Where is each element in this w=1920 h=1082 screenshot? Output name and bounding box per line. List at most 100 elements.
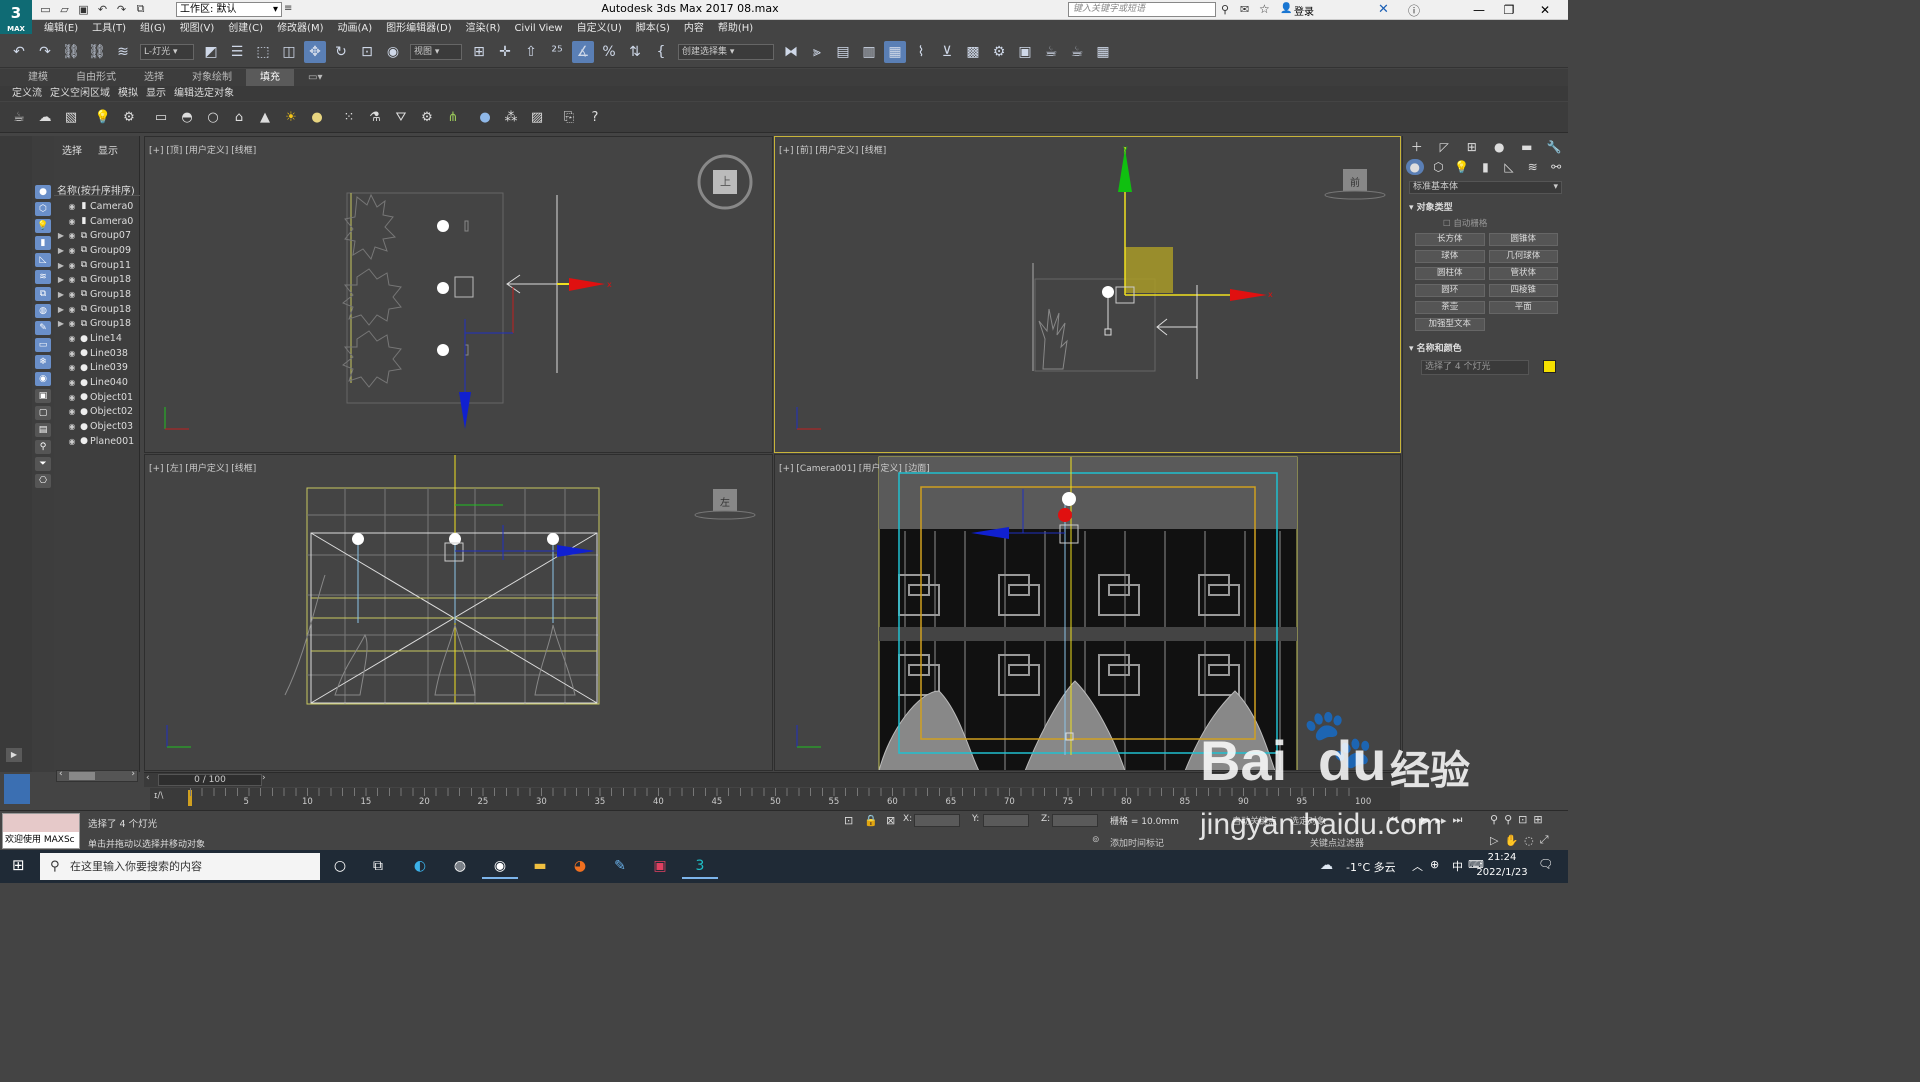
- explorer-item[interactable]: ▶ ◉ ⧉ Group09: [56, 243, 140, 258]
- menu-views[interactable]: 视图(V): [173, 20, 222, 37]
- rect-selection-icon[interactable]: ⬚: [252, 41, 274, 63]
- spinner-snap-icon[interactable]: ⇅: [624, 41, 646, 63]
- maxscript-listener[interactable]: 欢迎使用 MAXSc: [2, 813, 80, 849]
- align-icon[interactable]: ⫸: [806, 41, 828, 63]
- explorer-item[interactable]: ◉ ▮ Camera0: [56, 214, 140, 229]
- keyboard-shortcut-icon[interactable]: ⇧: [520, 41, 542, 63]
- visibility-eye-icon[interactable]: ◉: [66, 231, 78, 240]
- explorer-item[interactable]: ◉ ● Line038: [56, 346, 140, 361]
- systems-icon[interactable]: ⚯: [1547, 159, 1565, 175]
- export-icon[interactable]: ⎘: [559, 107, 579, 127]
- filter-frozen-icon[interactable]: ❄: [35, 355, 51, 369]
- y-coordinate-field[interactable]: [983, 814, 1029, 827]
- 3dsmax-taskbar-icon[interactable]: 3: [682, 854, 718, 879]
- ref-coord-dropdown[interactable]: 视图 ▾: [410, 44, 462, 60]
- object-type-button[interactable]: 四棱锥: [1488, 284, 1558, 297]
- menu-modifiers[interactable]: 修改器(M): [270, 20, 330, 37]
- windows-start-icon[interactable]: ⊞: [12, 856, 25, 874]
- login-label[interactable]: 登录: [1294, 3, 1314, 18]
- maximize-viewport-icon[interactable]: ⤢: [1540, 833, 1549, 847]
- menu-icon[interactable]: ≡: [284, 3, 292, 14]
- object-color-swatch[interactable]: [1543, 360, 1556, 373]
- material-editor-icon[interactable]: ▩: [962, 41, 984, 63]
- menu-scripting[interactable]: 脚本(S): [629, 20, 677, 37]
- network-globe-icon[interactable]: ⊕: [1430, 858, 1439, 871]
- select-by-name-icon[interactable]: ☰: [226, 41, 248, 63]
- object-type-button[interactable]: 圆锥体: [1488, 233, 1558, 246]
- explorer-item[interactable]: ◉ ● Line039: [56, 361, 140, 376]
- object-type-button[interactable]: 茶壶: [1415, 301, 1485, 314]
- select-rotate-icon[interactable]: ↻: [330, 41, 352, 63]
- play-icon[interactable]: ▶: [6, 748, 22, 762]
- menu-civil-view[interactable]: Civil View: [507, 20, 569, 37]
- new-file-icon[interactable]: ▭: [38, 2, 53, 16]
- edge-browser-icon[interactable]: ◐: [402, 854, 438, 879]
- scroll-left-icon[interactable]: ‹: [59, 769, 63, 779]
- expand-arrow-icon[interactable]: ▶: [56, 319, 66, 328]
- ribbon-options-icon[interactable]: ▭▾: [294, 69, 336, 86]
- object-type-button[interactable]: 加强型文本: [1415, 318, 1485, 331]
- viewport-layout-icon[interactable]: [4, 774, 30, 804]
- explorer-scrollbar[interactable]: ‹ ›: [56, 769, 138, 782]
- filter-bones-icon[interactable]: ✎: [35, 321, 51, 335]
- curve-editor-icon[interactable]: ⌇: [910, 41, 932, 63]
- edit-named-sel-icon[interactable]: {: [650, 41, 672, 63]
- selection-filter-dropdown[interactable]: L-灯光 ▾: [140, 44, 194, 60]
- app-icon-3[interactable]: ▣: [642, 854, 678, 879]
- viewport-camera-label[interactable]: [+] [Camera001] [用户定义] [边面]: [779, 461, 930, 474]
- visibility-eye-icon[interactable]: ◉: [66, 246, 78, 255]
- named-selection-dropdown[interactable]: 创建选择集 ▾: [678, 44, 774, 60]
- ribbon-define-idle[interactable]: 定义空闲区域: [46, 86, 114, 101]
- toggle-ribbon-icon[interactable]: ▥: [858, 41, 880, 63]
- object-type-button[interactable]: 球体: [1415, 250, 1485, 263]
- expand-arrow-icon[interactable]: ▶: [56, 305, 66, 314]
- lights-icon[interactable]: 💡: [1453, 159, 1471, 175]
- menu-edit[interactable]: 编辑(E): [32, 20, 85, 37]
- explorer-item[interactable]: ▶ ◉ ⧉ Group18: [56, 317, 140, 332]
- window-crossing-icon[interactable]: ◫: [278, 41, 300, 63]
- ribbon-tab-selection[interactable]: 选择: [130, 69, 178, 86]
- manipulate-icon[interactable]: ✛: [494, 41, 516, 63]
- viewport-top[interactable]: [+] [顶] [用户定义] [线框] x 上: [144, 136, 773, 453]
- curve-editor-toggle-icon[interactable]: ɪ/\: [154, 791, 163, 801]
- motion-tab-icon[interactable]: ●: [1490, 139, 1508, 155]
- gear-icon[interactable]: ⚙: [417, 107, 437, 127]
- project-folder-icon[interactable]: ⧉: [133, 2, 148, 16]
- undo-icon[interactable]: ↶: [8, 41, 30, 63]
- place-icon[interactable]: ◉: [382, 41, 404, 63]
- help-circle-icon[interactable]: ?: [585, 107, 605, 127]
- orbit-icon[interactable]: ◌: [1524, 834, 1534, 847]
- help-icon[interactable]: ⓘ: [1408, 2, 1420, 19]
- abs-offset-icon[interactable]: ⊠: [886, 814, 895, 827]
- ribbon-tab-object-paint[interactable]: 对象绘制: [178, 69, 246, 86]
- hair-icon[interactable]: ⋔: [443, 107, 463, 127]
- user-icon[interactable]: 👤: [1280, 3, 1292, 14]
- viewport-front-label[interactable]: [+] [前] [用户定义] [线框]: [779, 143, 886, 156]
- cortana-icon[interactable]: ○: [322, 854, 358, 879]
- object-name-field[interactable]: 选择了 4 个灯光: [1421, 360, 1529, 375]
- ribbon-edit-selected[interactable]: 编辑选定对象: [170, 86, 238, 101]
- dynamics-icon[interactable]: ⚗: [365, 107, 385, 127]
- dome-icon[interactable]: ◓: [177, 107, 197, 127]
- visibility-eye-icon[interactable]: ◉: [66, 378, 78, 387]
- search-input[interactable]: 键入关键字或短语: [1068, 2, 1216, 17]
- geometry-icon[interactable]: ●: [1405, 159, 1424, 175]
- explorer-item[interactable]: ◉ ▮ Camera0: [56, 199, 140, 214]
- utilities-tab-icon[interactable]: 🔧: [1545, 139, 1563, 155]
- visibility-eye-icon[interactable]: ◉: [66, 407, 78, 416]
- visibility-eye-icon[interactable]: ◉: [66, 261, 78, 270]
- expand-arrow-icon[interactable]: ▶: [56, 246, 66, 255]
- object-type-button[interactable]: 长方体: [1415, 233, 1485, 246]
- link-icon[interactable]: ⛓: [60, 41, 82, 63]
- render-production-icon[interactable]: ☕: [1040, 41, 1062, 63]
- modify-tab-icon[interactable]: ◸: [1435, 139, 1453, 155]
- angle-snap-icon[interactable]: ∡: [572, 41, 594, 63]
- firefox-icon[interactable]: ◕: [562, 854, 598, 879]
- viewport-left[interactable]: [+] [左] [用户定义] [线框] 左: [144, 454, 773, 771]
- visibility-eye-icon[interactable]: ◉: [66, 217, 78, 226]
- explorer-item[interactable]: ◉ ● Line040: [56, 375, 140, 390]
- explorer-tab-select[interactable]: 选择: [54, 136, 90, 157]
- shapes-icon[interactable]: ⬡: [1429, 159, 1447, 175]
- filter-lights-icon[interactable]: 💡: [35, 219, 51, 233]
- binoculars-icon[interactable]: ⚲: [1221, 3, 1229, 16]
